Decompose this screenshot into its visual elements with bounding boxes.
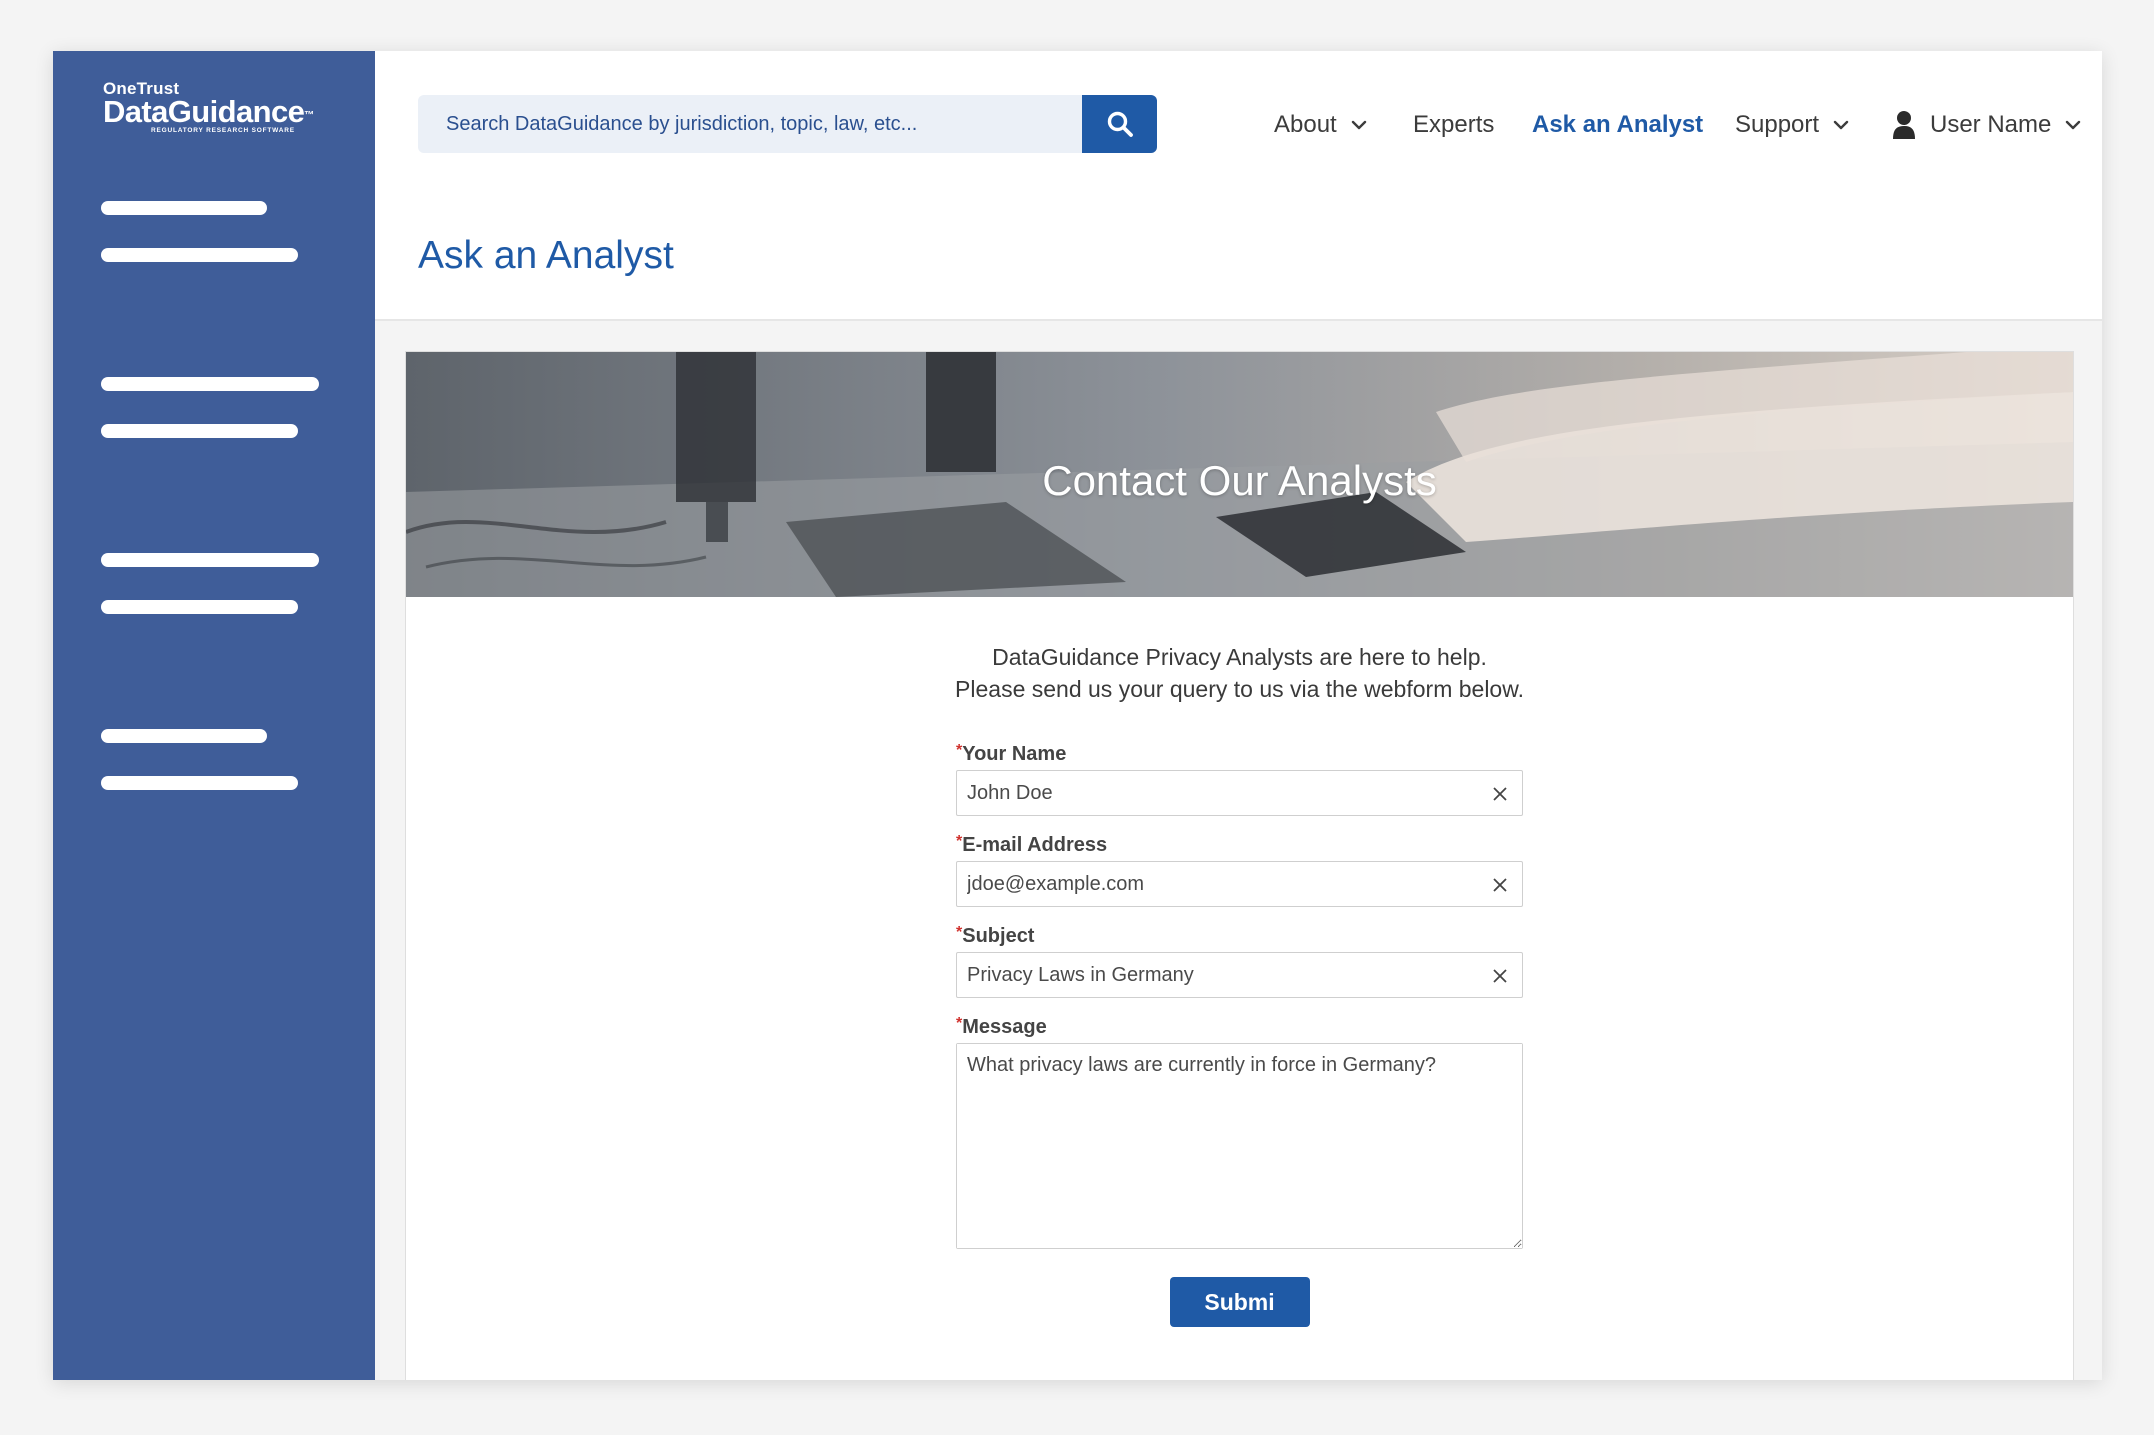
required-marker: *	[956, 924, 963, 941]
sidebar-placeholder-bar[interactable]	[101, 553, 319, 567]
required-marker: *	[956, 1015, 963, 1032]
message-label-text: Message	[962, 1016, 1047, 1038]
required-marker: *	[956, 833, 963, 850]
top-header: About Experts Ask an Analyst Support	[375, 51, 2102, 321]
nav-about-label: About	[1274, 111, 1337, 138]
logo-trademark: ™	[304, 110, 314, 121]
main-nav: About Experts Ask an Analyst Support Use…	[375, 107, 2102, 143]
sidebar-group-4	[101, 729, 298, 823]
sidebar-placeholder-bar[interactable]	[101, 424, 298, 438]
logo-tagline: REGULATORY RESEARCH SOFTWARE	[151, 127, 295, 134]
sidebar-placeholder-bar[interactable]	[101, 201, 267, 215]
nav-experts[interactable]: Experts	[1413, 107, 1494, 143]
brand-logo[interactable]: OneTrust DataGuidance™ REGULATORY RESEAR…	[103, 80, 314, 135]
subject-label-text: Subject	[962, 925, 1035, 947]
contact-card: Contact Our Analysts DataGuidance Privac…	[405, 351, 2074, 1380]
message-field: What privacy laws are currently in force…	[956, 1043, 1523, 1249]
subject-label: *Subject	[956, 924, 1523, 948]
sidebar-group-1	[101, 201, 298, 295]
contact-form: *Your Name *E-mail Address *	[956, 742, 1523, 1327]
clear-name-icon[interactable]	[1490, 784, 1510, 804]
intro-text: DataGuidance Privacy Analysts are here t…	[406, 641, 2073, 705]
email-field	[956, 861, 1523, 907]
intro-line-1: DataGuidance Privacy Analysts are here t…	[992, 644, 1487, 670]
sidebar-group-2	[101, 377, 319, 471]
name-field	[956, 770, 1523, 816]
message-label: *Message	[956, 1015, 1523, 1039]
hero-banner: Contact Our Analysts	[406, 352, 2073, 597]
nav-ask-an-analyst[interactable]: Ask an Analyst	[1532, 107, 1703, 143]
nav-support-label: Support	[1735, 111, 1820, 138]
logo-product-name: DataGuidance	[103, 94, 305, 129]
sidebar-placeholder-bar[interactable]	[101, 377, 319, 391]
user-menu[interactable]: User Name	[1892, 107, 2081, 143]
name-input[interactable]	[957, 771, 1522, 815]
sidebar-placeholder-bar[interactable]	[101, 729, 267, 743]
sidebar-group-3	[101, 553, 319, 647]
main-content: Contact Our Analysts DataGuidance Privac…	[375, 321, 2102, 1380]
nav-experts-label: Experts	[1413, 111, 1495, 138]
clear-subject-icon[interactable]	[1490, 966, 1510, 986]
subject-input[interactable]	[957, 953, 1522, 997]
clear-email-icon[interactable]	[1490, 875, 1510, 895]
subject-field	[956, 952, 1523, 998]
chevron-down-icon	[1351, 120, 1366, 130]
required-marker: *	[956, 742, 963, 759]
sidebar-placeholder-bar[interactable]	[101, 248, 298, 262]
app-window: OneTrust DataGuidance™ REGULATORY RESEAR…	[53, 51, 2102, 1380]
submit-button[interactable]: Submi	[1169, 1277, 1310, 1327]
user-icon	[1893, 111, 1915, 139]
submit-row: Submi	[956, 1277, 1523, 1327]
email-label: *E-mail Address	[956, 833, 1523, 857]
page-title: Ask an Analyst	[418, 234, 674, 277]
name-label-text: Your Name	[962, 743, 1067, 765]
sidebar-placeholder-bar[interactable]	[101, 600, 298, 614]
sidebar: OneTrust DataGuidance™ REGULATORY RESEAR…	[53, 51, 375, 1380]
nav-ask-an-analyst-label: Ask an Analyst	[1532, 111, 1704, 138]
nav-support[interactable]: Support	[1735, 107, 1849, 143]
chevron-down-icon	[2066, 120, 2081, 130]
name-label: *Your Name	[956, 742, 1523, 766]
message-textarea[interactable]: What privacy laws are currently in force…	[957, 1044, 1522, 1248]
sidebar-placeholder-bar[interactable]	[101, 776, 298, 790]
nav-about[interactable]: About	[1274, 107, 1367, 143]
hero-title: Contact Our Analysts	[1042, 457, 1437, 504]
user-name-label: User Name	[1930, 111, 2052, 138]
email-input[interactable]	[957, 862, 1522, 906]
logo-product: DataGuidance™	[103, 94, 314, 129]
chevron-down-icon	[1833, 120, 1849, 130]
intro-line-2: Please send us your query to us via the …	[955, 676, 1524, 702]
email-label-text: E-mail Address	[962, 834, 1108, 856]
